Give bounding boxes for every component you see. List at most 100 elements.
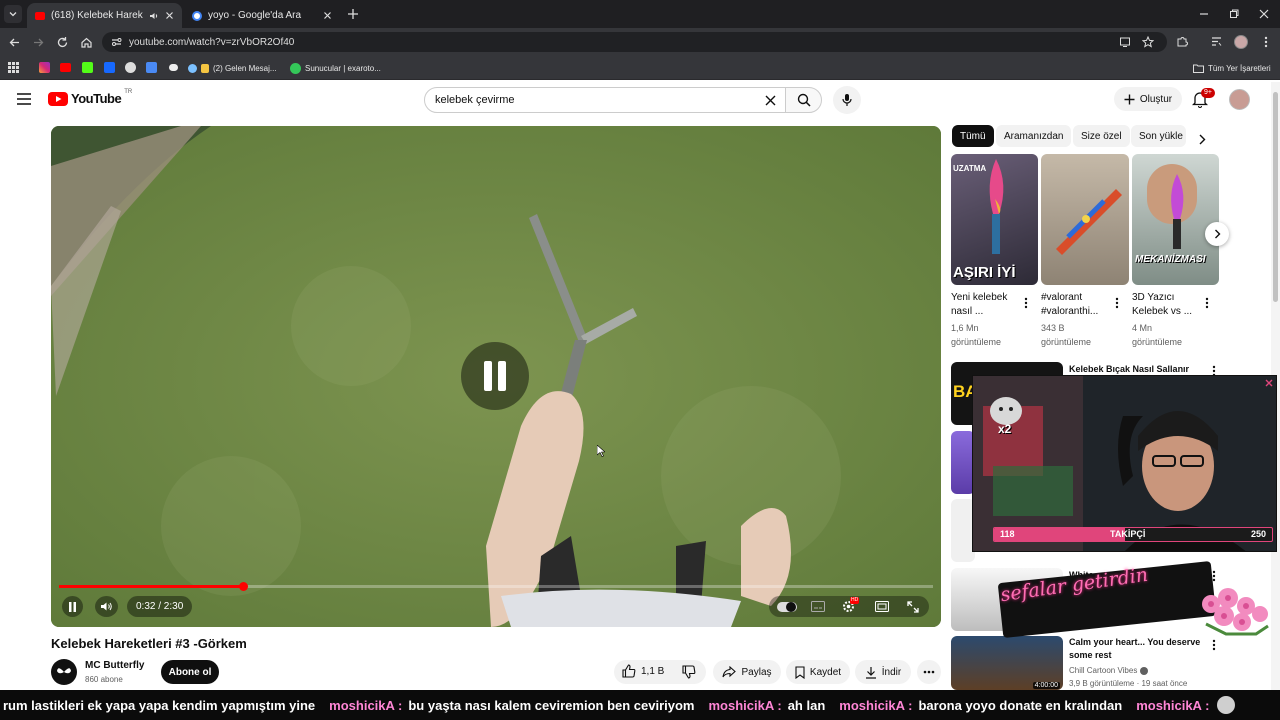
like-count: 1,1 B (641, 665, 665, 677)
short-thumbnail[interactable] (1041, 154, 1129, 285)
restore-icon[interactable] (1228, 8, 1240, 20)
minimize-icon[interactable] (1198, 8, 1210, 20)
reading-list-icon[interactable] (1210, 35, 1223, 48)
tab-youtube[interactable]: (618) Kelebek Hareketleri # (27, 3, 182, 28)
forward-icon[interactable] (32, 36, 45, 49)
bookmark-star-icon[interactable] (1142, 36, 1154, 48)
bookmark-sunucular[interactable]: Sunucular | exaroto... (290, 60, 381, 76)
kick-bookmark-icon[interactable] (82, 62, 93, 73)
site-info-icon[interactable] (111, 37, 122, 47)
tab-search-button[interactable] (4, 5, 22, 23)
scrollbar-thumb[interactable] (1273, 92, 1278, 302)
chatgpt-bookmark-icon[interactable] (125, 62, 136, 73)
region-code: TR (124, 89, 133, 95)
voice-search-button[interactable] (833, 86, 861, 114)
settings-button[interactable]: HD (842, 597, 860, 614)
more-vertical-icon[interactable] (1205, 297, 1209, 309)
all-bookmarks[interactable]: Tüm Yer İşaretleri (1193, 60, 1271, 76)
short-title-line1[interactable]: #valorant (1041, 291, 1082, 305)
bell-icon (201, 63, 209, 73)
subscribe-button[interactable]: Abone ol (161, 660, 219, 684)
clear-search-icon[interactable] (765, 95, 776, 106)
short-views: 4 Mn (1132, 323, 1153, 333)
youtube-logo[interactable]: YouTube TR (48, 89, 133, 106)
autoplay-toggle[interactable] (777, 602, 797, 612)
fullscreen-icon[interactable] (907, 601, 919, 613)
youtube-bookmark-icon[interactable] (60, 63, 71, 72)
more-vertical-icon[interactable] (1024, 297, 1028, 309)
short-thumbnail[interactable]: MEKANİZMASI (1132, 154, 1219, 285)
back-icon[interactable] (8, 36, 21, 49)
progress-track[interactable] (59, 582, 933, 591)
video-player[interactable]: 0:32 / 2:30 HD (51, 126, 941, 627)
search-input[interactable]: kelebek çevirme (424, 87, 786, 113)
home-icon[interactable] (80, 36, 93, 49)
reload-icon[interactable] (56, 36, 69, 49)
create-label: Oluştur (1139, 93, 1173, 105)
short-title-line2[interactable]: #valoranthi... (1041, 305, 1098, 319)
channel-avatar[interactable] (51, 659, 77, 685)
thumbs-up-icon (622, 664, 636, 678)
bookmark-messages[interactable]: (2) Gelen Mesaj... (188, 60, 277, 76)
shorts-next-button[interactable] (1205, 222, 1229, 246)
close-tab-icon[interactable] (323, 11, 332, 20)
subtitles-icon[interactable] (811, 601, 825, 612)
chrome-menu-icon[interactable] (1262, 35, 1270, 49)
apps-grid-icon[interactable] (8, 62, 19, 73)
tab-strip: (618) Kelebek Hareketleri # yoyo - Googl… (0, 0, 1280, 28)
hamburger-menu-icon[interactable] (17, 93, 31, 105)
more-vertical-icon[interactable] (1212, 639, 1216, 651)
rec-thumbnail[interactable]: 4:00:00 (951, 636, 1063, 690)
new-tab-icon[interactable] (347, 8, 359, 20)
close-window-icon[interactable] (1258, 8, 1270, 20)
short-thumbnail[interactable]: UZATMA AŞIRI İYİ (951, 154, 1038, 285)
like-button[interactable]: 1,1 B (622, 664, 664, 678)
chip-from-search[interactable]: Aramanızdan (996, 125, 1072, 147)
notifications-button[interactable]: 9+ (1192, 88, 1215, 109)
search-button[interactable] (785, 87, 822, 113)
instagram-bookmark-icon[interactable] (39, 62, 50, 73)
share-icon (722, 666, 737, 678)
speaker-icon[interactable] (149, 11, 159, 21)
rec-title[interactable]: Calm your heart... You deserve some rest (1069, 636, 1204, 662)
extensions-icon[interactable] (1176, 35, 1189, 48)
short-title-line2[interactable]: nasıl ... (951, 305, 983, 319)
account-avatar[interactable] (1229, 89, 1250, 110)
chevron-right-icon[interactable] (1198, 134, 1206, 145)
share-button[interactable]: Paylaş (713, 660, 781, 684)
chip-recently-uploaded[interactable]: Son yükle (1131, 125, 1186, 147)
logo-text: YouTube (71, 91, 122, 106)
progress-scrubber[interactable] (238, 582, 248, 591)
tab-google[interactable]: yoyo - Google'da Ara (184, 3, 340, 28)
profile-avatar[interactable] (1234, 35, 1248, 49)
thumbs-down-icon[interactable] (682, 665, 696, 679)
follower-goal-bar: 118 TAKİPÇİ 250 (993, 527, 1273, 542)
theater-mode-icon[interactable] (875, 601, 889, 612)
chat-ticker: rum lastikleri ek yapa yapa kendim yapmı… (0, 690, 1280, 720)
center-pause-button[interactable] (461, 342, 529, 410)
more-actions-button[interactable] (917, 660, 941, 684)
chip-for-you[interactable]: Size özel (1073, 125, 1130, 147)
behance-bookmark-icon[interactable] (104, 62, 115, 73)
channel-name[interactable]: MC Butterfly (85, 660, 144, 671)
follower-current: 118 (1000, 529, 1015, 539)
rec-channel-row[interactable]: Chill Cartoon Vibes (1069, 664, 1149, 677)
short-title-line1[interactable]: 3D Yazıcı (1132, 291, 1174, 305)
more-vertical-icon[interactable] (1115, 297, 1119, 309)
translate-bookmark-icon[interactable] (146, 62, 157, 73)
short-title-line1[interactable]: Yeni kelebek (951, 291, 1007, 305)
rec-title[interactable]: Kelebek Bıçak Nasıl Sallanır (1069, 362, 1189, 376)
save-button[interactable]: Kaydet (786, 660, 850, 684)
cast-icon[interactable] (1119, 36, 1131, 48)
subscriber-count: 860 abone (85, 675, 123, 684)
chip-all[interactable]: Tümü (952, 125, 994, 147)
play-pause-button[interactable] (62, 596, 83, 617)
create-button[interactable]: Oluştur (1114, 87, 1182, 111)
close-tab-icon[interactable] (165, 11, 174, 20)
volume-button[interactable] (95, 596, 118, 617)
download-button[interactable]: İndir (855, 660, 911, 684)
cloud-bookmark-icon[interactable] (169, 64, 178, 71)
short-title-line2[interactable]: Kelebek vs ... (1132, 305, 1192, 319)
cat-multiplier: x2 (998, 422, 1012, 436)
address-bar[interactable]: youtube.com/watch?v=zrVbOR2Of40 (102, 32, 1167, 52)
